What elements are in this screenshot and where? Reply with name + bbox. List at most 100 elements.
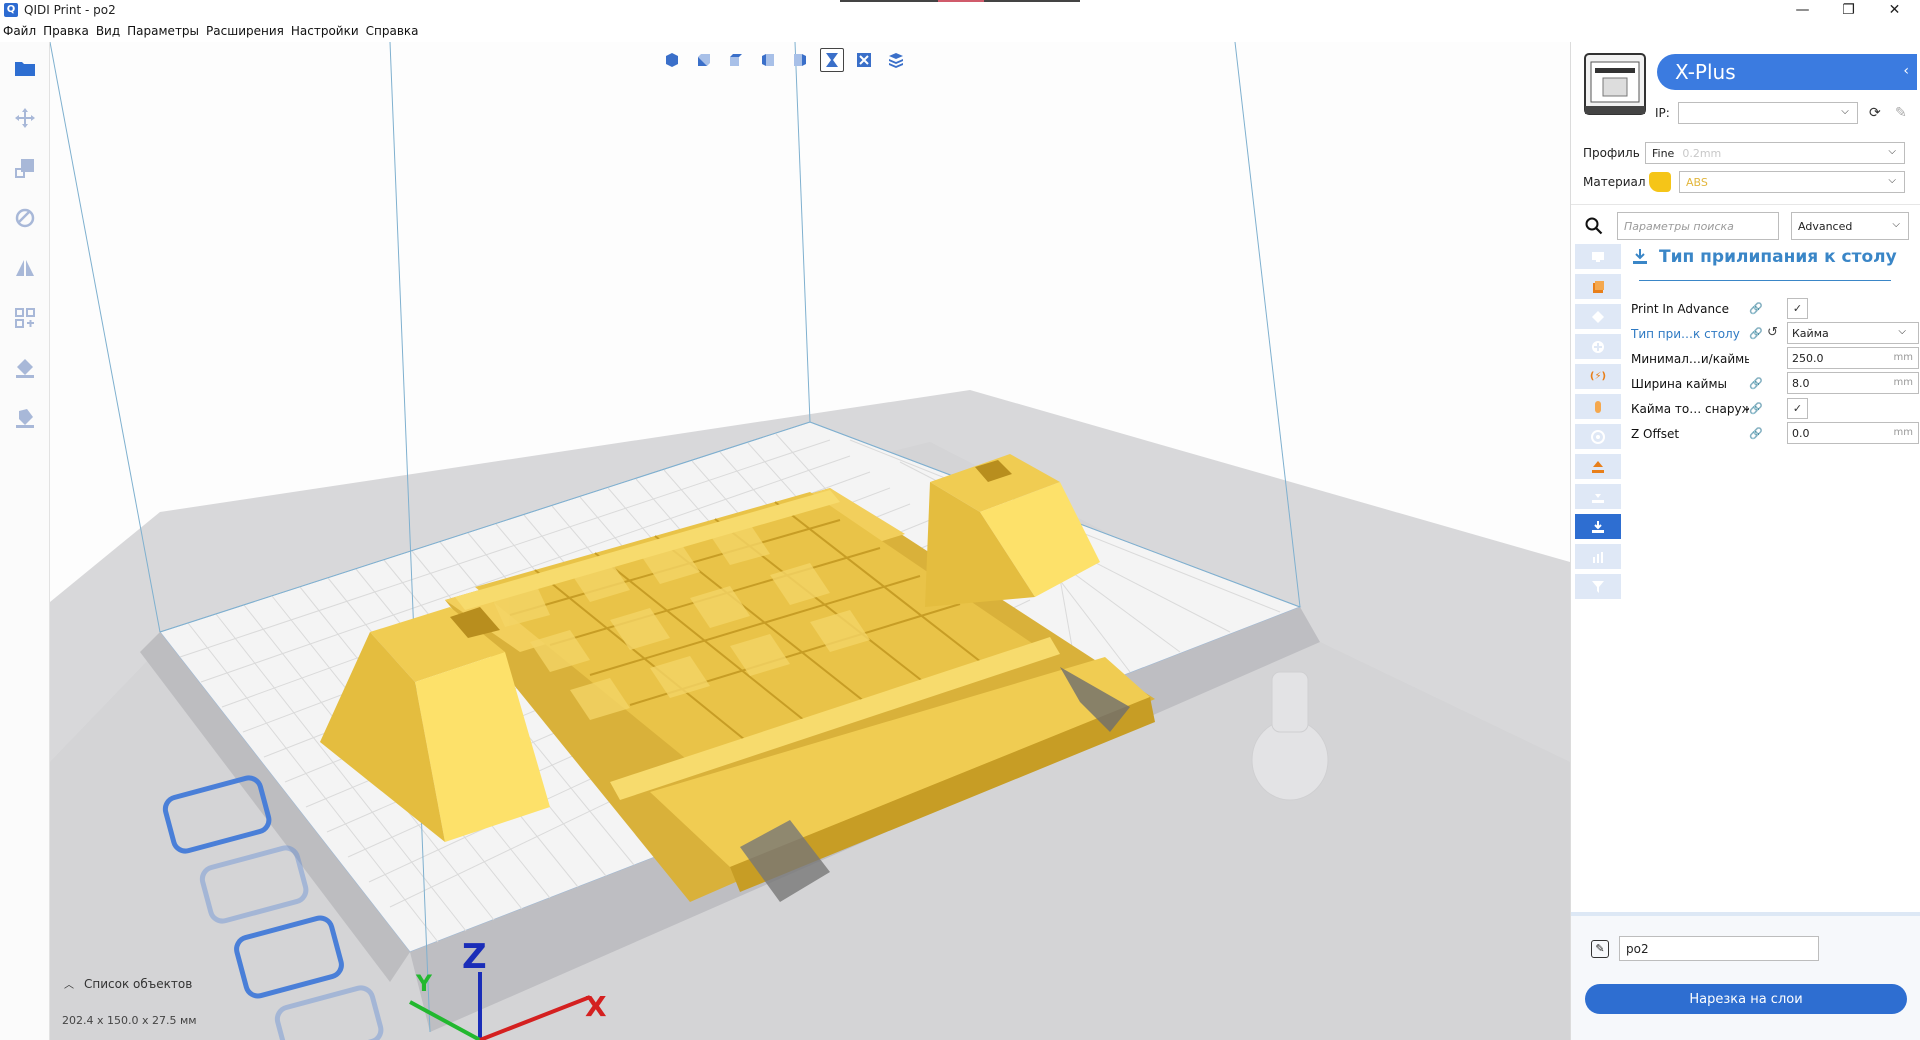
printer-thumbnail — [1579, 48, 1651, 120]
setting-label: Тип при…к столу — [1631, 326, 1740, 341]
viewport-3d[interactable]: Z Y X ︿ Список объектов 202.4 x 150.0 x … — [50, 42, 1570, 1040]
setting-label: Кайма то… снаружи — [1631, 401, 1749, 416]
slice-button[interactable]: Нарезка на слои — [1585, 984, 1907, 1014]
edit-job-name-icon[interactable]: ✎ — [1591, 939, 1609, 958]
view-3d-icon[interactable] — [660, 48, 684, 72]
section-title: Тип прилипания к столу — [1659, 247, 1897, 267]
view-front-icon[interactable] — [692, 48, 716, 72]
job-area: ✎ po2 Нарезка на слои — [1571, 912, 1920, 1040]
app-logo-icon: Q — [4, 3, 18, 17]
menu-file[interactable]: Файл — [3, 24, 36, 38]
profile-select[interactable]: Fine 0.2mm ⌵ — [1645, 142, 1905, 164]
per-model-settings-icon[interactable] — [13, 306, 37, 330]
view-left-icon[interactable] — [756, 48, 780, 72]
settings-search-input[interactable] — [1617, 212, 1779, 240]
window-title: QIDI Print - po2 — [24, 3, 116, 17]
search-row: Advanced ⌵ — [1583, 212, 1909, 240]
view-top-icon[interactable] — [724, 48, 748, 72]
menu-settings[interactable]: Настройки — [291, 24, 359, 38]
rotate-icon[interactable] — [13, 206, 37, 230]
menu-parameters[interactable]: Параметры — [127, 24, 199, 38]
minimize-button[interactable]: — — [1780, 0, 1825, 20]
category-mesh-fixes-icon[interactable] — [1575, 544, 1621, 569]
move-icon[interactable] — [13, 106, 37, 130]
job-row: ✎ po2 — [1591, 936, 1819, 961]
mirror-icon[interactable] — [13, 256, 37, 280]
setting-label: Z Offset — [1631, 426, 1680, 441]
compatibility-icon[interactable] — [852, 48, 876, 72]
collapse-panel-icon[interactable]: ‹ — [1903, 63, 1909, 79]
ip-row: IP: ⌵ ⟳ ✎ — [1655, 102, 1910, 124]
left-toolbar — [0, 42, 50, 1040]
category-dual-extrusion-icon[interactable] — [1575, 514, 1621, 539]
brim-outside-only-checkbox[interactable]: ✓ — [1787, 398, 1808, 419]
menu-view[interactable]: Вид — [96, 24, 120, 38]
adhesion-icon — [1633, 249, 1647, 264]
settings-list: Print In Advance 🔗 ✓ Тип при…к столу 🔗 ↺… — [1631, 296, 1920, 446]
view-right-icon[interactable] — [788, 48, 812, 72]
divider — [1571, 204, 1920, 205]
settings-category-list: (⚡) — [1575, 244, 1621, 604]
layer-view-icon[interactable] — [884, 48, 908, 72]
brim-width-input[interactable]: 8.0 mm — [1787, 372, 1919, 394]
menu-edit[interactable]: Правка — [43, 24, 89, 38]
object-list-label: Список объектов — [84, 976, 193, 991]
settings-mode-select[interactable]: Advanced ⌵ — [1791, 212, 1909, 240]
category-support-icon[interactable] — [1575, 424, 1621, 449]
category-travel-icon[interactable] — [1575, 454, 1621, 479]
adhesion-type-select[interactable]: Кайма ⌵ — [1787, 322, 1919, 344]
link-icon: 🔗 — [1749, 427, 1763, 440]
category-speed-icon[interactable]: (⚡) — [1575, 364, 1621, 389]
chevron-down-icon: ⌵ — [1892, 219, 1900, 230]
open-folder-icon[interactable] — [13, 56, 37, 80]
min-length-input[interactable]: 250.0 mm — [1787, 347, 1919, 369]
print-in-advance-checkbox[interactable]: ✓ — [1787, 298, 1808, 319]
z-offset-input[interactable]: 0.0 mm — [1787, 422, 1919, 444]
setting-label: Минимал…и/каймы — [1631, 351, 1749, 366]
category-material-icon[interactable] — [1575, 334, 1621, 359]
chevron-down-icon: ⌵ — [1888, 146, 1896, 157]
category-filter-icon[interactable] — [1575, 574, 1621, 599]
setting-brim-outside-only: Кайма то… снаружи 🔗 ✓ — [1631, 396, 1920, 421]
ip-select[interactable]: ⌵ — [1677, 102, 1858, 124]
section-underline — [1639, 280, 1891, 281]
setting-label: Ширина каймы — [1631, 376, 1727, 391]
axis-z-label: Z — [462, 937, 487, 977]
material-row: Материал ABS ⌵ — [1583, 171, 1905, 193]
profile-label: Профиль — [1583, 146, 1640, 160]
category-shell-icon[interactable] — [1575, 274, 1621, 299]
chevron-up-icon: ︿ — [64, 980, 74, 991]
job-name-input[interactable]: po2 — [1619, 936, 1819, 961]
link-icon: 🔗 — [1749, 327, 1763, 340]
ip-label: IP: — [1655, 106, 1670, 120]
link-icon: 🔗 — [1749, 377, 1763, 390]
category-adhesion-icon[interactable] — [1575, 484, 1621, 509]
scale-icon[interactable] — [13, 156, 37, 180]
support-eraser-icon[interactable] — [13, 406, 37, 430]
refresh-icon[interactable]: ⟳ — [1866, 104, 1884, 122]
material-select[interactable]: ABS ⌵ — [1679, 171, 1905, 193]
link-icon: 🔗 — [1749, 402, 1763, 415]
chevron-down-icon: ⌵ — [1841, 106, 1849, 117]
link-icon: 🔗 — [1749, 302, 1763, 315]
menu-help[interactable]: Справка — [366, 24, 419, 38]
category-infill-icon[interactable] — [1575, 304, 1621, 329]
x-ray-icon[interactable] — [820, 48, 844, 72]
scene — [50, 42, 1570, 1040]
title-progress-strip — [840, 0, 1080, 2]
setting-label: Print In Advance — [1631, 301, 1730, 316]
printer-selector[interactable]: X-Plus ‹ — [1657, 54, 1917, 90]
setting-brim-width: Ширина каймы 🔗 8.0 mm — [1631, 371, 1920, 396]
support-blocker-icon[interactable] — [13, 356, 37, 380]
setting-z-offset: Z Offset 🔗 0.0 mm — [1631, 421, 1920, 446]
reset-icon[interactable]: ↺ — [1767, 325, 1778, 340]
category-printer-icon[interactable] — [1575, 244, 1621, 269]
maximize-button[interactable]: ❐ — [1826, 0, 1871, 20]
setting-min-length: Минимал…и/каймы 250.0 mm — [1631, 346, 1920, 371]
object-list-toggle[interactable]: ︿ Список объектов — [64, 976, 193, 992]
edit-icon[interactable]: ✎ — [1892, 104, 1910, 122]
category-cooling-icon[interactable] — [1575, 394, 1621, 419]
close-button[interactable]: ✕ — [1872, 0, 1917, 20]
menu-extensions[interactable]: Расширения — [206, 24, 284, 38]
section-header: Тип прилипания к столу — [1631, 247, 1897, 267]
